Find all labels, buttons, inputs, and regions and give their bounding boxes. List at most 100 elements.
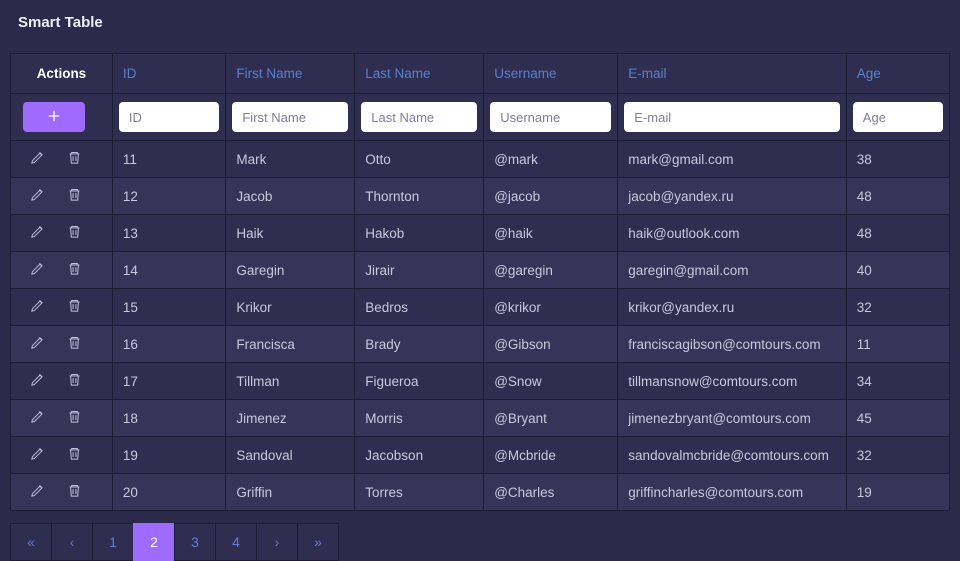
cell-username: @jacob <box>484 178 618 215</box>
cell-last-name: Thornton <box>355 178 484 215</box>
cell-id: 13 <box>113 215 226 252</box>
trash-icon <box>66 482 83 502</box>
delete-button[interactable] <box>65 186 85 206</box>
edit-button[interactable] <box>27 408 47 428</box>
filter-username-input[interactable] <box>490 102 611 132</box>
cell-first-name: Griffin <box>226 474 355 511</box>
filter-age-input[interactable] <box>853 102 943 132</box>
delete-button[interactable] <box>65 445 85 465</box>
edit-button[interactable] <box>27 445 47 465</box>
edit-button[interactable] <box>27 186 47 206</box>
delete-button[interactable] <box>65 371 85 391</box>
table-row: 20 Griffin Torres @Charles griffincharle… <box>10 474 950 511</box>
pager-page-3[interactable]: 3 <box>174 523 216 561</box>
trash-icon <box>66 186 83 206</box>
cell-age: 32 <box>847 289 950 326</box>
cell-email: garegin@gmail.com <box>618 252 847 289</box>
cell-username: @Gibson <box>484 326 618 363</box>
cell-first-name: Mark <box>226 141 355 178</box>
delete-button[interactable] <box>65 482 85 502</box>
edit-button[interactable] <box>27 149 47 169</box>
cell-last-name: Figueroa <box>355 363 484 400</box>
pager-page-4[interactable]: 4 <box>215 523 257 561</box>
pencil-icon <box>29 334 46 354</box>
cell-last-name: Morris <box>355 400 484 437</box>
column-header-row: Actions ID First Name Last Name Username… <box>10 53 950 94</box>
column-header-first-name[interactable]: First Name <box>226 53 355 94</box>
filter-first-name-input[interactable] <box>232 102 348 132</box>
table-row: 16 Francisca Brady @Gibson franciscagibs… <box>10 326 950 363</box>
edit-button[interactable] <box>27 223 47 243</box>
pencil-icon <box>29 445 46 465</box>
pager-prev[interactable]: ‹ <box>51 523 93 561</box>
cell-email: franciscagibson@comtours.com <box>618 326 847 363</box>
plus-icon <box>46 108 62 127</box>
cell-email: griffincharles@comtours.com <box>618 474 847 511</box>
cell-first-name: Tillman <box>226 363 355 400</box>
pager-page-2[interactable]: 2 <box>133 523 175 561</box>
pencil-icon <box>29 223 46 243</box>
pencil-icon <box>29 260 46 280</box>
edit-button[interactable] <box>27 371 47 391</box>
cell-age: 45 <box>847 400 950 437</box>
cell-id: 20 <box>113 474 226 511</box>
pager-next[interactable]: › <box>256 523 298 561</box>
cell-last-name: Torres <box>355 474 484 511</box>
pager-page-1[interactable]: 1 <box>92 523 134 561</box>
delete-button[interactable] <box>65 223 85 243</box>
column-header-id[interactable]: ID <box>113 53 226 94</box>
edit-button[interactable] <box>27 260 47 280</box>
delete-button[interactable] <box>65 297 85 317</box>
column-header-age[interactable]: Age <box>847 53 950 94</box>
filter-email-input[interactable] <box>624 102 840 132</box>
cell-id: 14 <box>113 252 226 289</box>
cell-email: haik@outlook.com <box>618 215 847 252</box>
cell-age: 48 <box>847 178 950 215</box>
cell-last-name: Brady <box>355 326 484 363</box>
cell-username: @Bryant <box>484 400 618 437</box>
delete-button[interactable] <box>65 260 85 280</box>
cell-id: 11 <box>113 141 226 178</box>
pager-first[interactable]: « <box>10 523 52 561</box>
trash-icon <box>66 408 83 428</box>
table-row: 12 Jacob Thornton @jacob jacob@yandex.ru… <box>10 178 950 215</box>
page-title: Smart Table <box>0 0 960 53</box>
cell-username: @krikor <box>484 289 618 326</box>
edit-button[interactable] <box>27 334 47 354</box>
edit-button[interactable] <box>27 482 47 502</box>
edit-button[interactable] <box>27 297 47 317</box>
delete-button[interactable] <box>65 408 85 428</box>
cell-first-name: Garegin <box>226 252 355 289</box>
filter-last-name-input[interactable] <box>361 102 477 132</box>
cell-id: 12 <box>113 178 226 215</box>
cell-username: @mark <box>484 141 618 178</box>
cell-first-name: Francisca <box>226 326 355 363</box>
column-header-actions: Actions <box>10 53 113 94</box>
trash-icon <box>66 297 83 317</box>
delete-button[interactable] <box>65 334 85 354</box>
add-row-button[interactable] <box>23 102 85 132</box>
cell-email: jimenezbryant@comtours.com <box>618 400 847 437</box>
delete-button[interactable] <box>65 149 85 169</box>
cell-id: 18 <box>113 400 226 437</box>
cell-last-name: Jirair <box>355 252 484 289</box>
cell-age: 11 <box>847 326 950 363</box>
cell-id: 16 <box>113 326 226 363</box>
filter-id-input[interactable] <box>119 102 219 132</box>
trash-icon <box>66 371 83 391</box>
column-header-username[interactable]: Username <box>484 53 618 94</box>
cell-last-name: Jacobson <box>355 437 484 474</box>
cell-last-name: Hakob <box>355 215 484 252</box>
cell-email: sandovalmcbride@comtours.com <box>618 437 847 474</box>
pencil-icon <box>29 149 46 169</box>
cell-id: 15 <box>113 289 226 326</box>
pager-last[interactable]: » <box>297 523 339 561</box>
table-row: 19 Sandoval Jacobson @Mcbride sandovalmc… <box>10 437 950 474</box>
pencil-icon <box>29 186 46 206</box>
column-header-email[interactable]: E-mail <box>618 53 847 94</box>
column-header-last-name[interactable]: Last Name <box>355 53 484 94</box>
pencil-icon <box>29 297 46 317</box>
cell-last-name: Otto <box>355 141 484 178</box>
cell-first-name: Jacob <box>226 178 355 215</box>
cell-id: 19 <box>113 437 226 474</box>
